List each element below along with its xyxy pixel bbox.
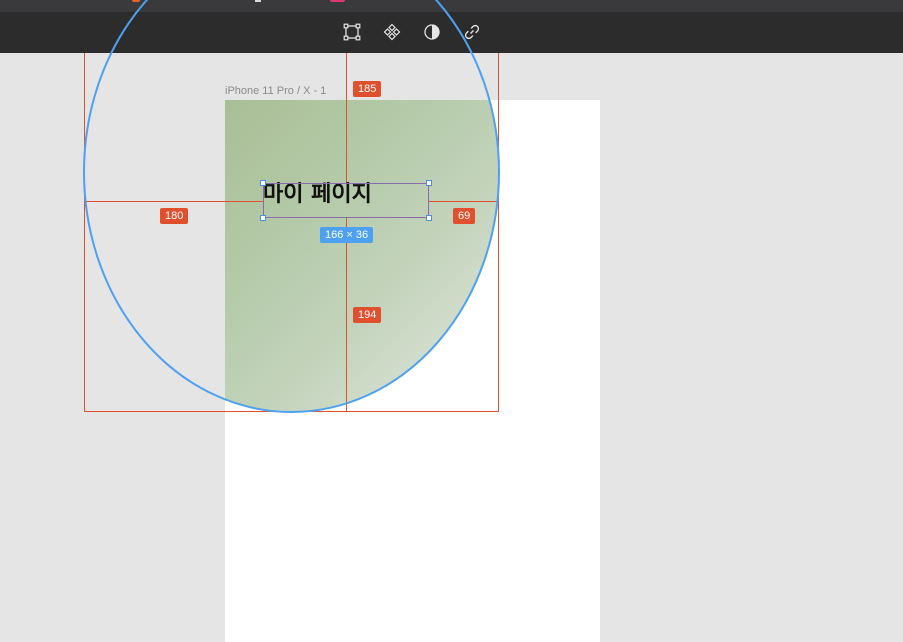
- resize-handle-bottom-right[interactable]: [426, 215, 432, 221]
- artboard-label[interactable]: iPhone 11 Pro / X - 1: [225, 85, 326, 97]
- selection-size-badge: 166 × 36: [320, 227, 374, 243]
- top-strip-icon[interactable]: [330, 0, 345, 2]
- mask-icon: [424, 24, 440, 40]
- distance-badge-left: 180: [160, 208, 189, 224]
- app-top-strip: [0, 0, 903, 12]
- selection-box: [263, 183, 429, 218]
- link-icon: [464, 24, 480, 40]
- resize-handle-top-right[interactable]: [426, 180, 432, 186]
- mask-tool-button[interactable]: [420, 20, 444, 44]
- toolbar: [0, 12, 903, 53]
- distance-badge-right: 69: [453, 208, 476, 224]
- distance-badge-bottom: 194: [353, 307, 382, 323]
- component-tool-button[interactable]: [380, 20, 404, 44]
- link-tool-button[interactable]: [460, 20, 484, 44]
- transform-tool-button[interactable]: [340, 20, 364, 44]
- resize-handle-top-left[interactable]: [260, 180, 266, 186]
- distance-badge-top: 185: [353, 81, 382, 97]
- resize-handle-bottom-left[interactable]: [260, 215, 266, 221]
- circle-shape-fill[interactable]: [225, 100, 499, 412]
- component-icon: [383, 23, 401, 41]
- top-strip-icon[interactable]: [132, 0, 140, 2]
- transform-icon: [343, 23, 361, 41]
- top-strip-icon[interactable]: [255, 0, 261, 2]
